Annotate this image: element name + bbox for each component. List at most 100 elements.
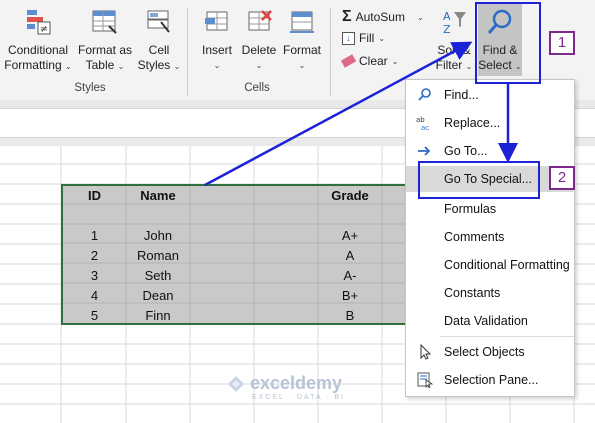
data-table-selection[interactable]: ID Name Grade 1 John A+ 2 Roman A 3 Seth… bbox=[61, 184, 411, 325]
insert-button[interactable]: Insert ⌄ bbox=[196, 8, 238, 73]
menu-item-data-validation[interactable]: Data Validation bbox=[406, 308, 576, 334]
chevron-down-icon: ⌄ bbox=[391, 56, 399, 66]
svg-text:≠: ≠ bbox=[40, 24, 48, 35]
chevron-down-icon: ⌄ bbox=[213, 61, 221, 70]
sort-filter-icon: A Z bbox=[443, 10, 466, 36]
format-button[interactable]: Format ⌄ bbox=[280, 8, 324, 73]
delete-cells-icon bbox=[248, 10, 272, 31]
cell-styles-label-1: Cell bbox=[148, 43, 170, 57]
menu-item-conditional-formatting[interactable]: Conditional Formatting bbox=[406, 252, 576, 278]
exceldemy-watermark: exceldemy EXCEL · DATA · BI bbox=[226, 373, 345, 401]
exceldemy-logo-icon bbox=[228, 375, 244, 392]
step-2-badge: 2 bbox=[549, 166, 575, 190]
fill-down-icon: ↓ bbox=[342, 31, 355, 45]
table-header-grade: Grade bbox=[331, 188, 369, 203]
menu-item-label: Select Objects bbox=[444, 345, 525, 359]
table-cell-name: Roman bbox=[137, 248, 179, 263]
svg-text:A: A bbox=[443, 10, 451, 23]
format-as-table-icon bbox=[92, 10, 117, 34]
menu-item-label: Conditional Formatting bbox=[444, 258, 570, 272]
sort-filter-button[interactable]: A Z Sort & Filter ⌄ bbox=[432, 8, 476, 74]
go-to-special-highlight-box bbox=[418, 161, 540, 199]
menu-item-label: Find... bbox=[444, 88, 479, 102]
table-cell-name: Finn bbox=[145, 308, 171, 323]
menu-item-comments[interactable]: Comments bbox=[406, 224, 576, 250]
step-1-badge: 1 bbox=[549, 31, 575, 55]
svg-text:Z: Z bbox=[443, 23, 451, 36]
menu-item-label: Selection Pane... bbox=[444, 373, 539, 387]
menu-item-selection-pane[interactable]: Selection Pane... bbox=[406, 367, 576, 393]
table-cell-grade: A- bbox=[343, 268, 357, 283]
styles-group-label: Styles bbox=[74, 82, 106, 94]
chevron-down-icon: ⌄ bbox=[298, 61, 306, 70]
menu-item-replace[interactable]: ab ac Replace... bbox=[406, 110, 576, 136]
menu-item-label: Replace... bbox=[444, 116, 501, 130]
format-as-table-button[interactable]: Format as Table ⌄ bbox=[74, 8, 136, 74]
conditional-formatting-icon: ≠ bbox=[27, 10, 51, 35]
menu-item-label: Formulas bbox=[444, 202, 497, 216]
watermark-brand: exceldemy bbox=[250, 373, 343, 393]
menu-item-label: Go To... bbox=[444, 144, 488, 158]
table-cell-grade: B bbox=[345, 308, 355, 323]
find-select-dropdown-menu: Find... ab ac Replace... Go To... Go To S… bbox=[405, 79, 576, 397]
selection-pane-icon bbox=[417, 372, 434, 388]
chevron-down-icon: ⌄ bbox=[255, 61, 263, 70]
cell-styles-icon bbox=[147, 10, 170, 33]
group-divider bbox=[330, 8, 331, 96]
cells-group-label: Cells bbox=[244, 82, 270, 94]
format-as-table-label-1: Format as bbox=[77, 43, 132, 57]
table-cell-id: 5 bbox=[90, 308, 99, 323]
chevron-down-icon: ⌄ bbox=[65, 62, 72, 71]
svg-text:ac: ac bbox=[421, 124, 429, 131]
sort-filter-label-1: Sort & bbox=[437, 43, 471, 57]
chevron-down-icon: ⌄ bbox=[173, 62, 181, 71]
chevron-down-icon: ⌄ bbox=[416, 12, 424, 22]
menu-separator bbox=[440, 336, 574, 337]
chevron-down-icon: ⌄ bbox=[465, 62, 473, 71]
format-label: Format bbox=[282, 43, 321, 57]
find-select-highlight-box bbox=[475, 2, 541, 84]
delete-label: Delete bbox=[241, 43, 277, 57]
menu-item-constants[interactable]: Constants bbox=[406, 280, 576, 306]
clear-label: Clear bbox=[359, 54, 388, 68]
arrow-right-icon bbox=[418, 146, 431, 156]
table-cell-id: 3 bbox=[90, 268, 99, 283]
insert-cells-icon bbox=[205, 11, 228, 31]
menu-item-formulas[interactable]: Formulas bbox=[406, 196, 576, 222]
format-cells-icon bbox=[290, 11, 314, 33]
autosum-button[interactable]: Σ AutoSum ⌄ bbox=[342, 8, 424, 26]
delete-button[interactable]: Delete ⌄ bbox=[238, 8, 280, 73]
table-cell-grade: A+ bbox=[341, 228, 359, 243]
sigma-icon: Σ bbox=[342, 8, 352, 25]
sort-filter-label-2: Filter ⌄ bbox=[435, 58, 473, 72]
table-cell-id: 4 bbox=[90, 288, 99, 303]
autosum-label: AutoSum bbox=[355, 10, 405, 24]
menu-item-find[interactable]: Find... bbox=[406, 82, 576, 108]
menu-item-label: Constants bbox=[444, 286, 501, 300]
fill-button[interactable]: ↓ Fill ⌄ bbox=[342, 31, 385, 45]
table-cell-grade: A bbox=[345, 248, 355, 263]
menu-item-label: Data Validation bbox=[444, 314, 528, 328]
menu-item-select-objects[interactable]: Select Objects bbox=[406, 339, 576, 365]
conditional-formatting-label-2: Formatting ⌄ bbox=[4, 58, 72, 72]
svg-text:ab: ab bbox=[416, 116, 425, 124]
table-cell-name: Seth bbox=[144, 268, 172, 283]
chevron-down-icon: ⌄ bbox=[117, 62, 125, 71]
format-as-table-label-2: Table ⌄ bbox=[85, 58, 125, 72]
clear-button[interactable]: Clear ⌄ bbox=[340, 54, 399, 68]
table-cell-id: 2 bbox=[90, 248, 99, 263]
magnifier-icon bbox=[418, 88, 431, 101]
table-cell-name: John bbox=[143, 228, 173, 243]
conditional-formatting-button[interactable]: ≠ Conditional Formatting ⌄ bbox=[2, 8, 74, 74]
cursor-icon bbox=[420, 344, 432, 360]
table-cell-name: Dean bbox=[142, 288, 174, 303]
table-cell-id: 1 bbox=[90, 228, 99, 243]
group-divider bbox=[187, 8, 188, 96]
fill-label: Fill bbox=[359, 31, 375, 45]
cell-styles-label-2: Styles ⌄ bbox=[137, 58, 181, 72]
replace-icon: abac bbox=[416, 116, 429, 131]
cell-styles-button[interactable]: Cell Styles ⌄ bbox=[134, 8, 184, 74]
insert-label: Insert bbox=[201, 43, 232, 57]
table-header-id: ID bbox=[88, 188, 101, 203]
menu-item-label: Comments bbox=[444, 230, 505, 244]
